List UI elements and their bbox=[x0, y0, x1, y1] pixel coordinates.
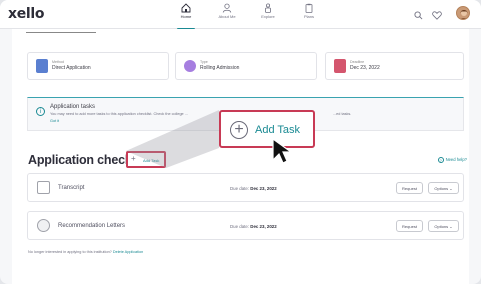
app-window: xello Home About Me Explore Plans Method… bbox=[0, 0, 481, 284]
options-label: Options bbox=[434, 224, 449, 229]
add-task-label: Add Task bbox=[143, 158, 160, 163]
options-button[interactable]: Options ⌄ bbox=[428, 220, 459, 232]
footer-text: No longer interested in applying to this… bbox=[28, 250, 112, 254]
search-button[interactable] bbox=[414, 7, 423, 25]
type-value: Rolling Admission bbox=[200, 65, 240, 71]
type-card: Type Rolling Admission bbox=[175, 52, 317, 80]
task-due-date: Due date: Dec 23, 2022 bbox=[230, 224, 277, 229]
help-icon: ? bbox=[437, 157, 444, 163]
method-card: Method Direct Application bbox=[27, 52, 169, 80]
avatar-face-icon bbox=[460, 10, 468, 19]
xello-logo[interactable]: xello bbox=[8, 6, 45, 22]
footer-note: No longer interested in applying to this… bbox=[28, 250, 143, 254]
task-due-date: Due date: Dec 23, 2022 bbox=[230, 186, 277, 191]
deadline-value: Dec 23, 2022 bbox=[350, 65, 380, 71]
info-icon: i bbox=[36, 107, 45, 116]
calendar-icon bbox=[334, 59, 346, 73]
document-icon bbox=[36, 59, 48, 73]
recommendation-icon bbox=[37, 219, 50, 232]
deadline-label: Deadline bbox=[350, 60, 365, 64]
home-icon bbox=[181, 3, 191, 13]
request-button[interactable]: Request bbox=[396, 220, 423, 232]
heart-icon bbox=[432, 11, 442, 20]
options-button[interactable]: Options ⌄ bbox=[428, 182, 459, 194]
add-task-button[interactable]: + Add Task bbox=[126, 151, 166, 168]
got-it-link[interactable]: Got it bbox=[50, 119, 59, 123]
alert-description: You may need to add more tasks to this a… bbox=[50, 112, 188, 116]
plus-icon: + bbox=[131, 154, 136, 163]
zoomed-add-task-label: Add Task bbox=[255, 124, 301, 136]
method-label: Method bbox=[52, 60, 64, 64]
need-help-link[interactable]: ? Need help? bbox=[437, 157, 467, 163]
search-icon bbox=[414, 11, 423, 20]
explore-icon bbox=[265, 3, 271, 13]
alert-description-end: ...ed tasks. bbox=[333, 112, 352, 116]
divider bbox=[26, 32, 96, 33]
options-label: Options bbox=[434, 186, 449, 191]
nav-plans[interactable]: Plans bbox=[288, 3, 330, 27]
nav-explore[interactable]: Explore bbox=[247, 3, 289, 27]
need-help-label: Need help? bbox=[445, 157, 467, 163]
type-label: Type bbox=[200, 60, 208, 64]
top-navigation-bar: xello Home About Me Explore Plans bbox=[0, 0, 481, 30]
nav-explore-label: Explore bbox=[261, 14, 275, 19]
clipboard-icon bbox=[305, 3, 313, 13]
user-icon bbox=[222, 3, 232, 13]
nav-plans-label: Plans bbox=[303, 14, 314, 19]
nav-about-me-label: About Me bbox=[218, 14, 236, 19]
delete-application-link[interactable]: Delete Application bbox=[113, 250, 143, 254]
nav-home[interactable]: Home bbox=[165, 3, 207, 30]
deadline-card: Deadline Dec 23, 2022 bbox=[325, 52, 464, 80]
check-circle-icon bbox=[184, 60, 196, 72]
due-label: Due date: bbox=[230, 224, 250, 229]
alert-title: Application tasks bbox=[50, 104, 96, 110]
chevron-down-icon: ⌄ bbox=[449, 224, 453, 229]
task-name: Recommendation Letters bbox=[58, 223, 126, 229]
method-value: Direct Application bbox=[52, 65, 91, 71]
favorites-button[interactable] bbox=[432, 7, 442, 25]
due-value: Dec 23, 2022 bbox=[250, 224, 277, 229]
nav-home-label: Home bbox=[180, 14, 192, 19]
zoomed-add-task-button[interactable]: + Add Task bbox=[219, 110, 315, 148]
task-name: Transcript bbox=[58, 185, 85, 191]
mouse-cursor-icon bbox=[272, 138, 293, 164]
transcript-icon bbox=[37, 181, 50, 194]
due-label: Due date: bbox=[230, 186, 250, 191]
task-row-transcript[interactable]: Transcript Due date: Dec 23, 2022 Reques… bbox=[27, 173, 464, 202]
request-button[interactable]: Request bbox=[396, 182, 423, 194]
avatar[interactable] bbox=[456, 6, 470, 20]
due-value: Dec 23, 2022 bbox=[250, 186, 277, 191]
plus-circle-icon: + bbox=[230, 121, 248, 139]
task-row-recommendation-letters[interactable]: Recommendation Letters Due date: Dec 23,… bbox=[27, 211, 464, 240]
nav-about-me[interactable]: About Me bbox=[206, 3, 248, 27]
chevron-down-icon: ⌄ bbox=[449, 186, 453, 191]
